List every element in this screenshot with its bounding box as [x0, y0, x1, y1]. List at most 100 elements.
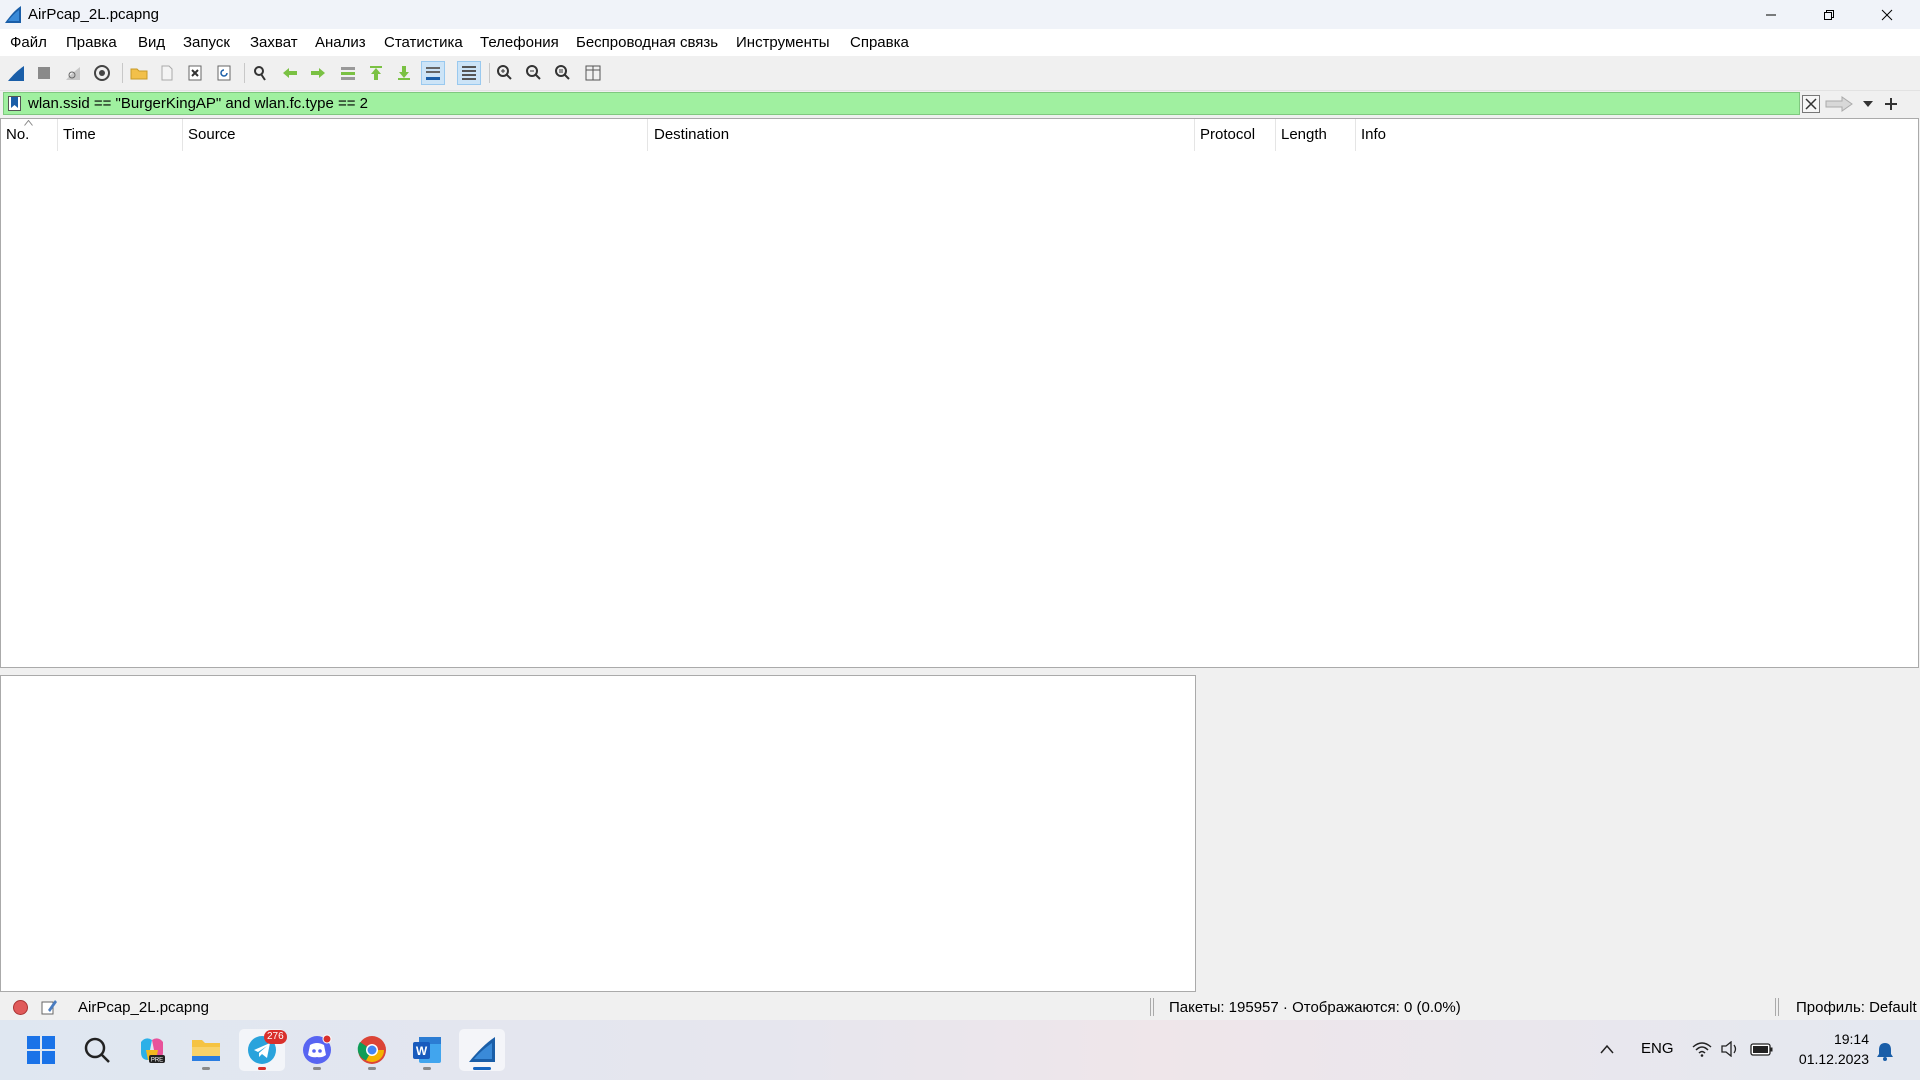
- menu-capture[interactable]: Захват: [250, 34, 298, 51]
- reload-icon: [217, 65, 231, 81]
- taskbar-telegram[interactable]: 276: [239, 1029, 287, 1071]
- packet-list[interactable]: No. Time Source Destination Protocol Len…: [0, 118, 1919, 668]
- chrome-icon: [357, 1036, 386, 1064]
- menu-wireless[interactable]: Беспроводная связь: [576, 34, 718, 51]
- restore-button[interactable]: [1800, 0, 1858, 29]
- column-header-source[interactable]: Source: [183, 119, 648, 151]
- folder-icon: [192, 1040, 220, 1061]
- display-filter-input[interactable]: [28, 93, 1798, 114]
- auto-scroll-icon: [426, 67, 440, 80]
- save-file-button[interactable]: [155, 61, 179, 85]
- chevron-down-icon[interactable]: [1862, 99, 1874, 109]
- clock-time[interactable]: 19:14: [1813, 1031, 1869, 1047]
- menu-statistics[interactable]: Статистика: [384, 34, 463, 51]
- taskbar-file-explorer[interactable]: [183, 1029, 229, 1071]
- column-header-no[interactable]: No.: [1, 119, 58, 151]
- column-header-destination[interactable]: Destination: [649, 119, 1195, 151]
- svg-text:PRE: PRE: [151, 1058, 163, 1064]
- minimize-button[interactable]: [1742, 0, 1800, 29]
- taskbar-chrome[interactable]: [349, 1029, 395, 1071]
- clock-date[interactable]: 01.12.2023: [1791, 1051, 1869, 1067]
- input-language[interactable]: ENG: [1641, 1040, 1674, 1057]
- go-to-packet-icon: [341, 67, 355, 80]
- notification-bell-icon[interactable]: [1876, 1041, 1894, 1061]
- wifi-icon[interactable]: [1692, 1041, 1712, 1057]
- close-icon: [1881, 9, 1893, 20]
- clear-filter-icon[interactable]: [1802, 95, 1820, 113]
- restore-icon: [1824, 9, 1834, 20]
- add-filter-button-icon[interactable]: [1884, 97, 1898, 111]
- stop-icon: [38, 67, 50, 79]
- resize-columns-button[interactable]: [581, 61, 605, 85]
- shark-fin-icon: [8, 66, 24, 81]
- menu-tools[interactable]: Инструменты: [736, 34, 830, 51]
- column-header-protocol[interactable]: Protocol: [1195, 119, 1276, 151]
- notification-badge: 276: [264, 1030, 287, 1044]
- folder-icon: [130, 68, 148, 80]
- window-title: AirPcap_2L.pcapng: [28, 6, 159, 23]
- start-button[interactable]: [18, 1029, 64, 1071]
- menu-bar: Файл Правка Вид Запуск Захват Анализ Ста…: [0, 29, 1920, 56]
- zoom-out-button[interactable]: [522, 61, 546, 85]
- stop-capture-button[interactable]: [32, 61, 56, 85]
- colorize-button[interactable]: [457, 61, 481, 85]
- go-forward-button[interactable]: [306, 61, 330, 85]
- last-packet-button[interactable]: [392, 61, 416, 85]
- menu-file[interactable]: Файл: [10, 34, 47, 51]
- start-capture-button[interactable]: [4, 61, 28, 85]
- menu-analyze[interactable]: Анализ: [315, 34, 366, 51]
- word-icon: W: [413, 1037, 441, 1063]
- expert-info-icon[interactable]: [12, 999, 29, 1016]
- arrow-right-icon: [311, 68, 325, 78]
- first-packet-button[interactable]: [364, 61, 388, 85]
- auto-scroll-button[interactable]: [421, 61, 445, 85]
- menu-help[interactable]: Справка: [850, 34, 909, 51]
- close-file-button[interactable]: [183, 61, 207, 85]
- menu-telephony[interactable]: Телефония: [480, 34, 559, 51]
- close-button[interactable]: [1858, 0, 1916, 29]
- chevron-up-icon[interactable]: [1600, 1044, 1614, 1054]
- restart-fin-icon: [66, 67, 80, 80]
- status-file-name: AirPcap_2L.pcapng: [78, 999, 209, 1016]
- svg-text:W: W: [416, 1044, 428, 1058]
- resize-columns-icon: [585, 65, 601, 81]
- magnifier-icon: [254, 66, 266, 81]
- wireshark-icon: [5, 6, 21, 23]
- edit-comment-icon[interactable]: [40, 998, 58, 1016]
- taskbar-word[interactable]: W: [404, 1029, 450, 1071]
- column-header-length[interactable]: Length: [1276, 119, 1356, 151]
- close-file-icon: [188, 65, 202, 81]
- volume-icon[interactable]: [1720, 1041, 1740, 1057]
- bookmark-icon[interactable]: [8, 96, 21, 111]
- menu-view[interactable]: Вид: [138, 34, 165, 51]
- zoom-reset-button[interactable]: [551, 61, 575, 85]
- status-bar: AirPcap_2L.pcapng Пакеты: 195957 · Отобр…: [0, 994, 1920, 1020]
- column-header-info[interactable]: Info: [1356, 119, 1916, 151]
- zoom-in-button[interactable]: [493, 61, 517, 85]
- taskbar: PRE 276 W ENG 19:14 01.12.2023: [0, 1020, 1920, 1080]
- arrow-left-icon: [283, 68, 297, 78]
- go-to-packet-button[interactable]: [336, 61, 360, 85]
- menu-edit[interactable]: Правка: [66, 34, 117, 51]
- column-header-time[interactable]: Time: [58, 119, 183, 151]
- search-button[interactable]: [74, 1029, 120, 1071]
- sort-ascending-icon: [24, 120, 33, 126]
- windows-logo-icon: [27, 1036, 55, 1064]
- find-packet-button[interactable]: [248, 61, 272, 85]
- arrow-down-icon: [398, 66, 410, 80]
- go-back-button[interactable]: [278, 61, 302, 85]
- discord-icon: [303, 1034, 332, 1064]
- taskbar-copilot[interactable]: PRE: [129, 1029, 175, 1071]
- taskbar-wireshark[interactable]: [459, 1029, 505, 1071]
- capture-options-button[interactable]: [90, 61, 114, 85]
- document-icon: [161, 65, 173, 81]
- restart-capture-button[interactable]: [61, 61, 85, 85]
- apply-filter-icon[interactable]: [1824, 95, 1854, 113]
- status-profile[interactable]: Профиль: Default: [1796, 999, 1917, 1016]
- open-file-button[interactable]: [127, 61, 151, 85]
- taskbar-discord[interactable]: [294, 1029, 340, 1071]
- packet-details-pane[interactable]: [0, 675, 1196, 992]
- menu-go[interactable]: Запуск: [183, 34, 230, 51]
- reload-file-button[interactable]: [212, 61, 236, 85]
- battery-icon[interactable]: [1750, 1041, 1774, 1057]
